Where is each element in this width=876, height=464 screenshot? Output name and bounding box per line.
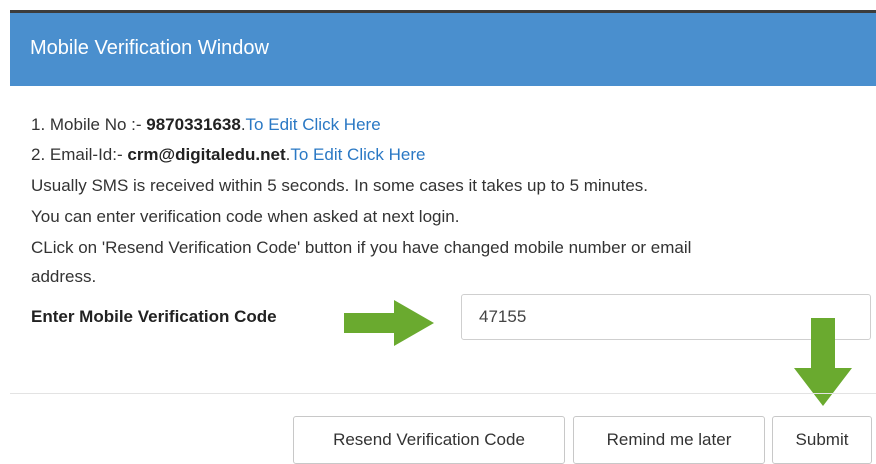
resend-hint-text-line2: address. <box>31 267 97 286</box>
mobile-label: 1. Mobile No :- <box>31 115 147 134</box>
mobile-number: 9870331638 <box>146 115 241 134</box>
edit-mobile-link[interactable]: To Edit Click Here <box>246 115 381 134</box>
mobile-verification-window: Mobile Verification Window 1. Mobile No … <box>10 13 876 464</box>
edit-email-link[interactable]: To Edit Click Here <box>290 145 425 164</box>
arrow-right-icon <box>344 300 434 346</box>
verification-code-label: Enter Mobile Verification Code <box>31 307 277 326</box>
sms-timing-text: Usually SMS is received within 5 seconds… <box>31 176 648 195</box>
email-value: crm@digitaledu.net <box>127 145 286 164</box>
email-info-line: 2. Email-Id:- crm@digitaledu.net.To Edit… <box>31 145 425 165</box>
email-label: 2. Email-Id:- <box>31 145 128 164</box>
mobile-info-line: 1. Mobile No :- 9870331638.To Edit Click… <box>31 115 381 135</box>
next-login-text: You can enter verification code when ask… <box>31 207 460 226</box>
window-header: Mobile Verification Window <box>10 13 876 86</box>
footer-divider <box>10 393 876 394</box>
window-title: Mobile Verification Window <box>30 37 269 59</box>
resend-hint-text-line1: CLick on 'Resend Verification Code' butt… <box>31 238 692 257</box>
